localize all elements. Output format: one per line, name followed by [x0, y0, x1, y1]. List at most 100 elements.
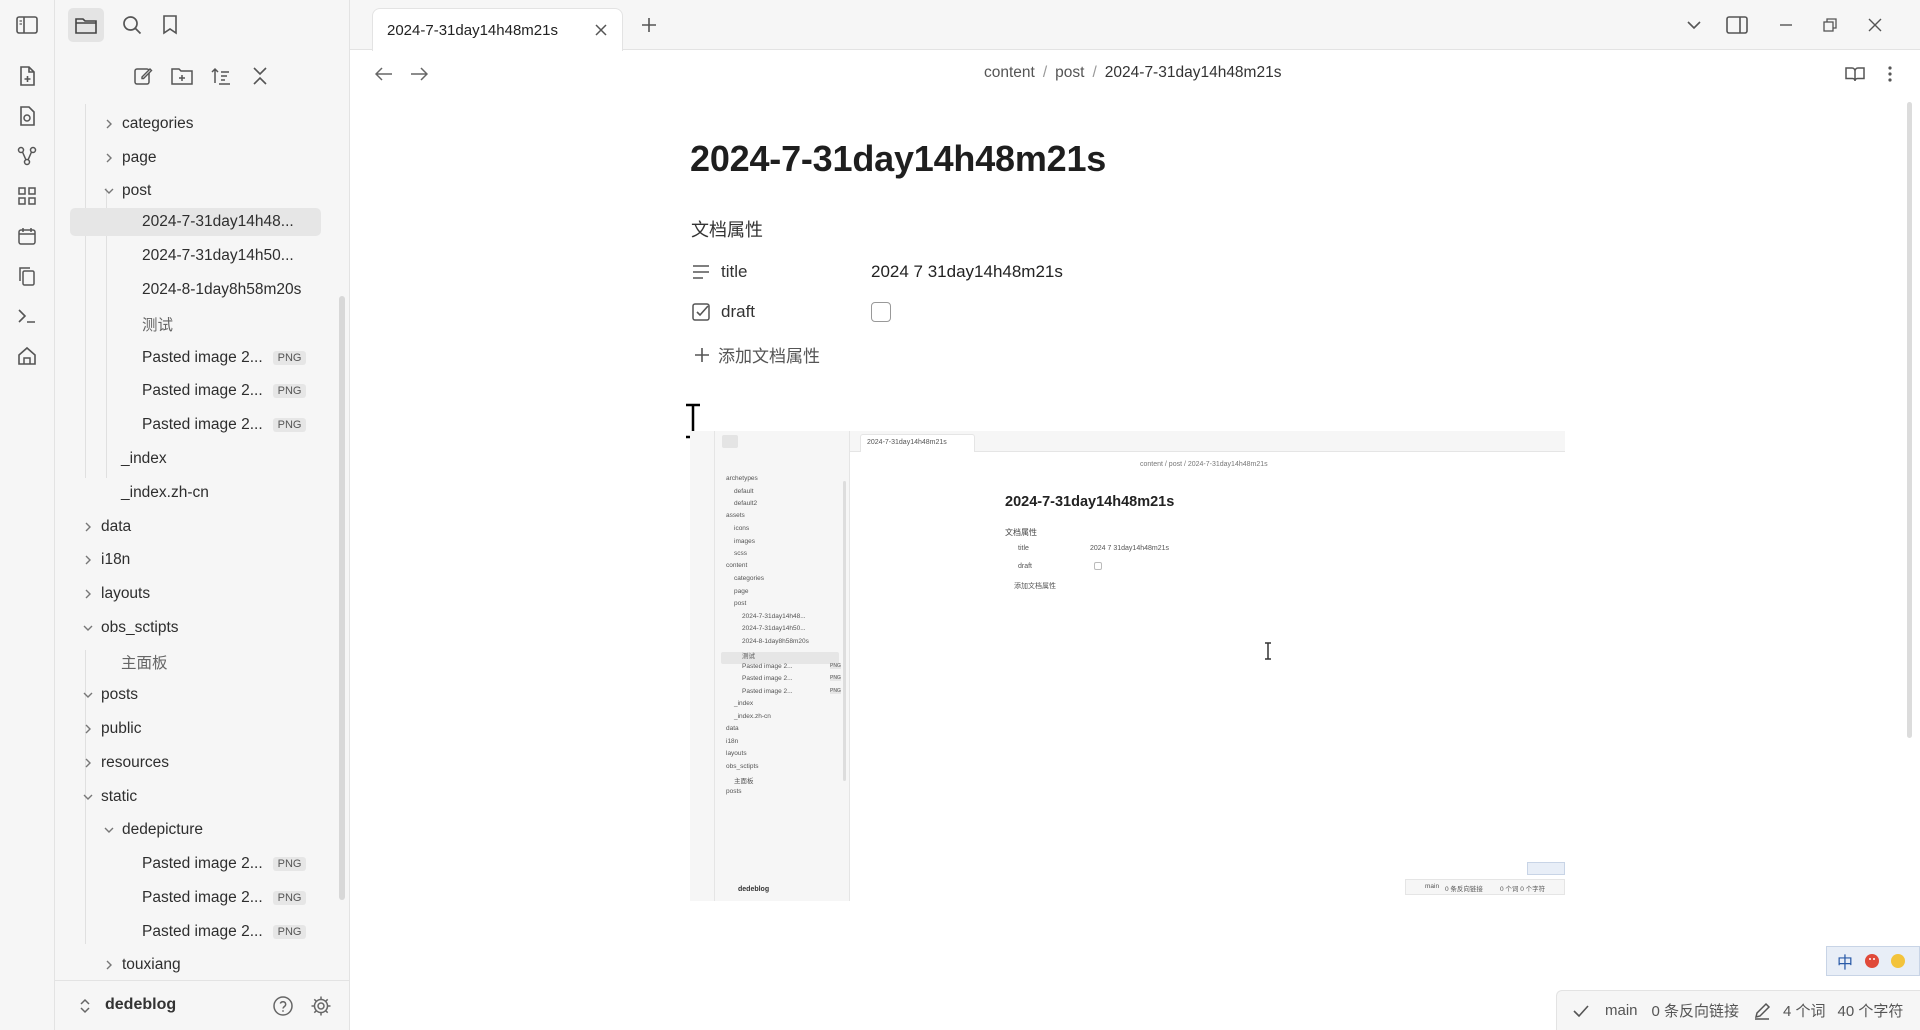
ime-indicator[interactable]: 中 [1826, 946, 1920, 976]
tree-folder-layouts[interactable]: layouts [79, 580, 150, 608]
document-title[interactable]: 2024-7-31day14h48m21s [690, 138, 1106, 180]
text-lines-icon [691, 264, 711, 280]
new-note-button[interactable] [129, 62, 157, 90]
new-tab-icon[interactable] [640, 16, 658, 34]
tree-folder-posts[interactable]: posts [79, 681, 138, 709]
search-file-icon[interactable] [14, 103, 40, 129]
back-arrow-icon[interactable] [371, 61, 397, 87]
ribbon [0, 0, 55, 1030]
tree-folder-touxiang[interactable]: touxiang [100, 951, 181, 976]
tree-file[interactable]: Pasted image 2... PNG [142, 918, 307, 946]
new-folder-button[interactable] [168, 62, 196, 90]
tree-folder-post[interactable]: post [100, 177, 151, 205]
tab-list-chevron-icon[interactable] [1681, 12, 1707, 38]
right-sidebar-toggle-icon[interactable] [1724, 12, 1750, 38]
sync-check-icon[interactable] [1573, 1004, 1589, 1018]
files-icon[interactable] [68, 8, 104, 42]
window-close-icon[interactable] [1862, 12, 1888, 38]
chevron-down-icon [79, 788, 97, 806]
chevron-right-icon [100, 149, 118, 167]
forward-arrow-icon[interactable] [406, 61, 432, 87]
tree-label: Pasted image 2... [142, 855, 263, 872]
terminal-icon[interactable] [14, 303, 40, 329]
tree-file[interactable]: Pasted image 2... PNG [142, 344, 307, 372]
chevron-right-icon [100, 956, 118, 974]
tree-folder-static[interactable]: static [79, 783, 137, 811]
tree-folder-categories[interactable]: categories [100, 110, 194, 138]
canvas-icon[interactable] [14, 183, 40, 209]
tree-folder-public[interactable]: public [79, 715, 142, 743]
restore-icon[interactable] [1817, 12, 1843, 38]
tree-file[interactable]: _index.zh-cn [121, 479, 209, 507]
graph-view-icon[interactable] [14, 143, 40, 169]
tree-folder-resources[interactable]: resources [79, 749, 169, 777]
tree-folder-dedepicture[interactable]: dedepicture [100, 816, 203, 844]
tree-file[interactable]: Pasted image 2... PNG [142, 884, 307, 912]
new-note-icon[interactable] [14, 63, 40, 89]
tree-label: 2024-8-1day8h58m20s [142, 281, 302, 298]
sort-icon[interactable] [207, 62, 235, 90]
vault-name[interactable]: dedeblog [105, 996, 176, 1014]
embed-prop-key: draft [1018, 563, 1033, 570]
embed-tree-item: default [734, 488, 754, 495]
embed-add-prop: 添加文档属性 [1014, 583, 1056, 590]
embed-status-backlinks: 0 条反向链接 [1445, 886, 1483, 893]
add-property-button[interactable]: 添加文档属性 [694, 342, 820, 367]
tree-file[interactable]: 主面板 [121, 648, 168, 676]
tab-bar: 2024-7-31day14h48m21s [350, 0, 1920, 51]
breadcrumb-item[interactable]: post [1055, 64, 1084, 81]
property-value[interactable]: 2024 7 31day14h48m21s [871, 262, 1063, 282]
draft-checkbox[interactable] [871, 302, 891, 322]
tree-folder-obs-sctipts[interactable]: obs_sctipts [79, 614, 179, 642]
home-icon[interactable] [14, 343, 40, 369]
tree-folder-data[interactable]: data [79, 513, 131, 541]
sidebar-scrollbar[interactable] [339, 296, 345, 900]
property-row-draft[interactable]: draft [691, 297, 891, 327]
settings-gear-icon[interactable] [310, 995, 332, 1017]
tree-file-selected[interactable]: 2024-7-31day14h48... [70, 208, 321, 236]
tree-file[interactable]: Pasted image 2... PNG [142, 411, 307, 439]
bookmark-icon[interactable] [152, 8, 188, 42]
more-options-icon[interactable] [1877, 61, 1903, 87]
copy-icon[interactable] [14, 263, 40, 289]
search-icon[interactable] [114, 8, 150, 42]
ime-mode: 中 [1837, 955, 1854, 972]
embed-breadcrumb: content / post / 2024-7-31day14h48m21s [1140, 461, 1268, 468]
tab-active[interactable]: 2024-7-31day14h48m21s [372, 8, 623, 51]
tree-file[interactable]: Pasted image 2... PNG [142, 850, 307, 878]
embed-tree-item: categories [734, 575, 764, 582]
tree-label: categories [122, 115, 194, 132]
breadcrumb-item[interactable]: content [984, 64, 1035, 81]
sidebar-toggle-icon[interactable] [14, 12, 40, 38]
tree-file[interactable]: 2024-8-1day8h58m20s [142, 276, 301, 304]
git-branch[interactable]: main [1605, 1002, 1638, 1019]
help-icon[interactable] [272, 995, 294, 1017]
tree-label: Pasted image 2... [142, 889, 263, 906]
close-tab-icon[interactable] [593, 22, 609, 38]
tree-folder-page[interactable]: page [100, 144, 156, 172]
vault-switch-icon[interactable] [79, 998, 91, 1014]
tree-folder-i18n[interactable]: i18n [79, 546, 130, 574]
tree-label: 主面板 [121, 655, 168, 672]
document-scrollbar[interactable] [1907, 102, 1912, 738]
embed-tree-item: Pasted image 2... [742, 688, 793, 695]
edit-pencil-icon[interactable] [1753, 1002, 1771, 1020]
tree-file[interactable]: Pasted image 2... PNG [142, 377, 307, 405]
collapse-all-icon[interactable] [246, 62, 274, 90]
reading-view-icon[interactable] [1842, 61, 1868, 87]
minimize-icon[interactable] [1773, 12, 1799, 38]
embed-vault-name: dedeblog [738, 886, 770, 893]
breadcrumb-current[interactable]: 2024-7-31day14h48m21s [1105, 64, 1282, 81]
tree-file[interactable]: _index [121, 445, 167, 473]
embed-tree-item: archetypes [726, 475, 758, 482]
calendar-icon[interactable] [14, 223, 40, 249]
property-row-title[interactable]: title 2024 7 31day14h48m21s [691, 257, 1063, 287]
tree-label: 2024-7-31day14h50... [142, 247, 294, 264]
tree-file[interactable]: 测试 [142, 310, 173, 338]
add-property-label: 添加文档属性 [718, 347, 820, 366]
embed-tree-item: icons [734, 525, 750, 532]
embed-tree-item: content [726, 562, 748, 569]
tree-label: Pasted image 2... [142, 349, 263, 366]
tree-file[interactable]: 2024-7-31day14h50... [142, 242, 294, 270]
backlinks-count[interactable]: 0 条反向链接 [1652, 1000, 1740, 1021]
